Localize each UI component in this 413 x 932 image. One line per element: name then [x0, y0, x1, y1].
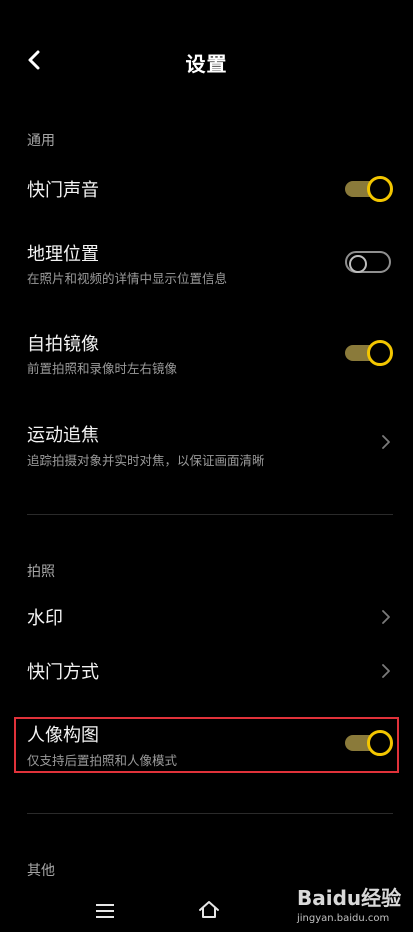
- location-toggle[interactable]: [345, 251, 391, 273]
- portrait-composition-toggle[interactable]: [345, 730, 393, 756]
- setting-title: 水印: [27, 608, 63, 629]
- setting-title: 快门方式: [27, 662, 99, 683]
- section-divider: [27, 514, 393, 515]
- setting-selfie-mirror[interactable]: 自拍镜像 前置拍照和录像时左右镜像: [0, 330, 413, 380]
- home-icon[interactable]: [198, 899, 220, 919]
- shutter-sound-toggle[interactable]: [345, 176, 393, 202]
- setting-subtitle: 追踪拍摄对象并实时对焦，以保证画面清晰: [27, 453, 265, 468]
- setting-title: 人像构图: [27, 725, 99, 746]
- section-label-general: 通用: [27, 133, 55, 149]
- selfie-mirror-toggle[interactable]: [345, 340, 393, 366]
- setting-title: 自拍镜像: [27, 334, 99, 355]
- setting-shutter-sound[interactable]: 快门声音: [0, 168, 413, 208]
- setting-subtitle: 在照片和视频的详情中显示位置信息: [27, 271, 228, 286]
- chevron-right-icon: [382, 610, 390, 624]
- setting-portrait-composition[interactable]: 人像构图 仅支持后置拍照和人像模式: [0, 721, 413, 769]
- setting-subtitle: 仅支持后置拍照和人像模式: [27, 753, 178, 768]
- setting-shutter-mode[interactable]: 快门方式: [0, 654, 413, 688]
- setting-title: 快门声音: [27, 180, 99, 201]
- chevron-right-icon: [382, 435, 390, 449]
- setting-title: 运动追焦: [27, 425, 99, 446]
- menu-icon[interactable]: [95, 903, 115, 919]
- setting-subtitle: 前置拍照和录像时左右镜像: [27, 361, 178, 376]
- setting-motion-tracking[interactable]: 运动追焦 追踪拍摄对象并实时对焦，以保证画面清晰: [0, 421, 413, 471]
- toggle-knob: [367, 340, 393, 366]
- setting-watermark[interactable]: 水印: [0, 600, 413, 634]
- section-label-photo: 拍照: [27, 564, 55, 580]
- setting-title: 地理位置: [27, 244, 99, 265]
- setting-location[interactable]: 地理位置 在照片和视频的详情中显示位置信息: [0, 240, 413, 290]
- toggle-knob: [349, 255, 367, 273]
- toggle-knob: [367, 176, 393, 202]
- baidu-jingyan-watermark: Baidu经验 jingyan.baidu.com: [297, 882, 409, 924]
- section-divider: [27, 813, 393, 814]
- section-label-other: 其他: [27, 863, 55, 879]
- watermark-brand: Baidu经验: [297, 886, 402, 910]
- page-title: 设置: [185, 52, 228, 76]
- watermark-url: jingyan.baidu.com: [297, 913, 390, 924]
- toggle-knob: [367, 730, 393, 756]
- top-bar: 设置: [0, 0, 413, 120]
- chevron-right-icon: [382, 664, 390, 678]
